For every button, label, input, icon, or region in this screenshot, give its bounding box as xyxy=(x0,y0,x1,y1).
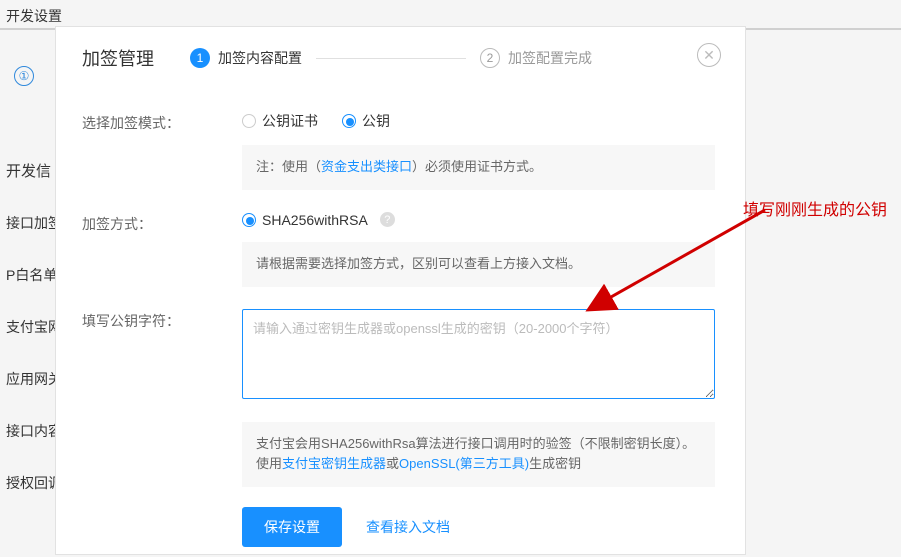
row-public-key: 填写公钥字符： 支付宝会用SHA256withRsa算法进行接口调用时的验签（不… xyxy=(82,309,715,488)
radio-icon xyxy=(242,114,256,128)
mode-note: 注：使用（资金支出类接口）必须使用证书方式。 xyxy=(242,145,715,190)
radio-icon xyxy=(242,213,256,227)
step-2: 2 加签配置完成 xyxy=(480,48,592,68)
method-note: 请根据需要选择加签方式，区别可以查看上方接入文档。 xyxy=(242,242,715,287)
actions: 保存设置 查看接入文档 xyxy=(242,507,715,547)
help-icon[interactable]: ? xyxy=(380,212,395,227)
sign-mode-radio-group: 公钥证书 公钥 xyxy=(242,111,715,131)
close-button[interactable]: ✕ xyxy=(697,43,721,67)
sign-method-radio-group: SHA256withRSA ? xyxy=(242,212,715,228)
radio-label: 公钥 xyxy=(362,111,390,131)
radio-label: 公钥证书 xyxy=(262,111,318,131)
sidebar-item[interactable]: 应用网关 xyxy=(6,369,62,389)
step-number-icon: 2 xyxy=(480,48,500,68)
label-public-key: 填写公钥字符： xyxy=(82,309,242,331)
view-docs-link[interactable]: 查看接入文档 xyxy=(366,517,450,537)
page-title: 开发设置 xyxy=(6,6,62,26)
public-key-textarea[interactable] xyxy=(242,309,715,399)
radio-label: SHA256withRSA xyxy=(262,212,368,228)
save-button[interactable]: 保存设置 xyxy=(242,507,342,547)
sidebar-item[interactable]: P白名单 xyxy=(6,265,62,285)
radio-public-key-cert[interactable]: 公钥证书 xyxy=(242,111,318,131)
sign-management-modal: 加签管理 1 加签内容配置 2 加签配置完成 ✕ 选择加签模式： 公钥证 xyxy=(55,26,746,555)
sidebar-section-title: 开发信 xyxy=(6,160,62,181)
public-key-note: 支付宝会用SHA256withRsa算法进行接口调用时的验签（不限制密钥长度）。… xyxy=(242,422,715,488)
sidebar-item[interactable]: 接口加签 xyxy=(6,213,62,233)
row-sign-method: 加签方式： SHA256withRSA ? 请根据需要选择加签方式，区别可以查看… xyxy=(82,212,715,287)
modal-title: 加签管理 xyxy=(82,45,154,71)
step-1: 1 加签内容配置 xyxy=(190,48,302,68)
label-sign-method: 加签方式： xyxy=(82,212,242,234)
sidebar-item[interactable]: 授权回调 xyxy=(6,473,62,493)
fund-interface-link[interactable]: 资金支出类接口 xyxy=(321,159,412,174)
radio-public-key[interactable]: 公钥 xyxy=(342,111,390,131)
sidebar-item[interactable]: 支付宝网 xyxy=(6,317,62,337)
row-sign-mode: 选择加签模式： 公钥证书 公钥 注：使用（资金支出类接口）必须使用证书方式。 xyxy=(82,111,715,190)
modal-header: 加签管理 1 加签内容配置 2 加签配置完成 ✕ xyxy=(82,41,715,75)
radio-sha256-rsa[interactable]: SHA256withRSA ? xyxy=(242,212,395,228)
form: 选择加签模式： 公钥证书 公钥 注：使用（资金支出类接口）必须使用证书方式。 xyxy=(82,111,715,547)
step-indicator-bg: ① xyxy=(14,66,34,86)
steps: 1 加签内容配置 2 加签配置完成 xyxy=(190,48,715,68)
sidebar-item[interactable]: 接口内容 xyxy=(6,421,62,441)
radio-icon xyxy=(342,114,356,128)
label-sign-mode: 选择加签模式： xyxy=(82,111,242,133)
step-connector xyxy=(316,58,466,59)
alipay-keygen-link[interactable]: 支付宝密钥生成器 xyxy=(282,456,386,471)
step-label: 加签配置完成 xyxy=(508,48,592,68)
step-label: 加签内容配置 xyxy=(218,48,302,68)
close-icon: ✕ xyxy=(703,47,715,64)
step-number-icon: 1 xyxy=(190,48,210,68)
sidebar: 开发信 接口加签 P白名单 支付宝网 应用网关 接口内容 授权回调 xyxy=(6,160,62,493)
openssl-link[interactable]: OpenSSL(第三方工具) xyxy=(399,456,529,471)
